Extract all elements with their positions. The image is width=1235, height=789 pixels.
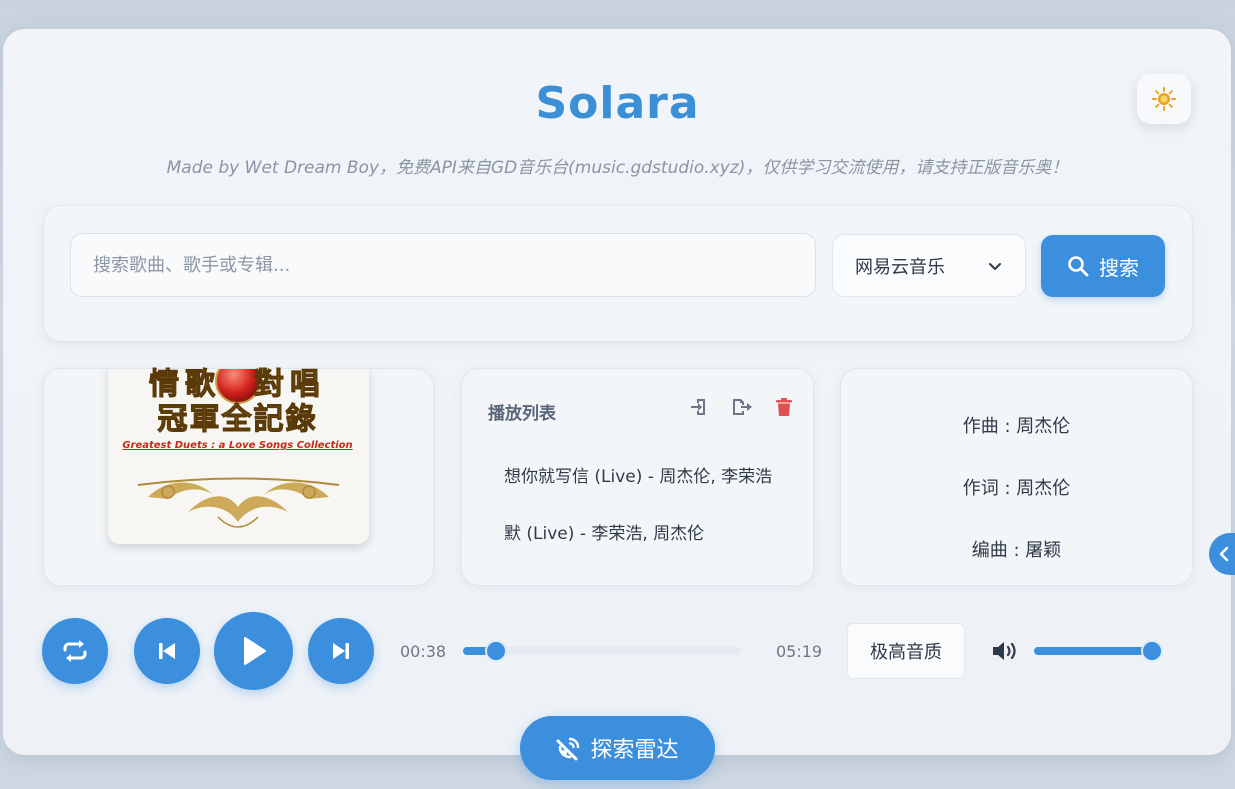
album-cover [108, 369, 369, 544]
music-source-select[interactable]: 网易云音乐 [832, 234, 1026, 297]
playlist-panel: 播放列表 想你就写信 (Live) - 周杰伦, 李荣浩 默 (Live) - … [461, 368, 814, 586]
search-button[interactable]: 搜索 [1041, 235, 1165, 297]
sun-icon [1152, 87, 1176, 111]
chevron-left-icon [1219, 546, 1229, 562]
explore-radar-label: 探索雷达 [590, 738, 679, 763]
credit-lyricist: 作词 : 周杰伦 [962, 478, 1071, 499]
source-selected-label: 网易云音乐 [855, 256, 945, 278]
play-icon [243, 637, 266, 665]
next-button[interactable] [308, 618, 374, 684]
quality-button[interactable]: 极高音质 [847, 623, 965, 679]
search-button-label: 搜索 [1099, 255, 1139, 280]
radar-icon [556, 737, 580, 761]
chevron-down-icon [989, 262, 1001, 270]
credit-arranger: 编曲 : 屠颖 [971, 540, 1062, 561]
album-art-image [108, 369, 369, 544]
search-icon [1068, 256, 1089, 277]
volume-fill [1034, 647, 1152, 655]
volume-handle[interactable] [1141, 640, 1163, 662]
playlist-item[interactable]: 默 (Live) - 李荣浩, 周杰伦 [504, 519, 774, 544]
search-input[interactable] [70, 233, 816, 297]
playlist-item[interactable]: 想你就写信 (Live) - 周杰伦, 李荣浩 [504, 462, 774, 487]
cover-panel [43, 368, 434, 586]
volume-icon[interactable] [991, 640, 1021, 662]
volume-slider[interactable] [1034, 640, 1163, 662]
export-playlist-icon[interactable] [731, 397, 753, 417]
current-time: 00:38 [400, 642, 447, 661]
lyrics-panel: 作曲 : 周杰伦 作词 : 周杰伦 编曲 : 屠颖 [840, 368, 1193, 586]
skip-back-icon [159, 643, 175, 659]
previous-button[interactable] [134, 618, 200, 684]
repeat-mode-button[interactable] [42, 618, 108, 684]
credit-composer: 作曲 : 周杰伦 [962, 416, 1071, 437]
skip-forward-icon [333, 643, 349, 659]
trash-icon[interactable] [775, 397, 793, 417]
app-subtitle: Made by Wet Dream Boy，免费API来自GD音乐台(music… [166, 158, 1069, 178]
repeat-icon [63, 640, 87, 662]
import-playlist-icon[interactable] [689, 397, 709, 417]
total-time: 05:19 [776, 642, 823, 661]
play-button[interactable] [214, 612, 293, 690]
app-title: Solara [535, 78, 700, 129]
theme-toggle-button[interactable] [1137, 74, 1191, 124]
progress-slider[interactable] [463, 640, 741, 662]
explore-radar-button[interactable]: 探索雷达 [520, 716, 715, 780]
playlist-title: 播放列表 [488, 404, 556, 424]
